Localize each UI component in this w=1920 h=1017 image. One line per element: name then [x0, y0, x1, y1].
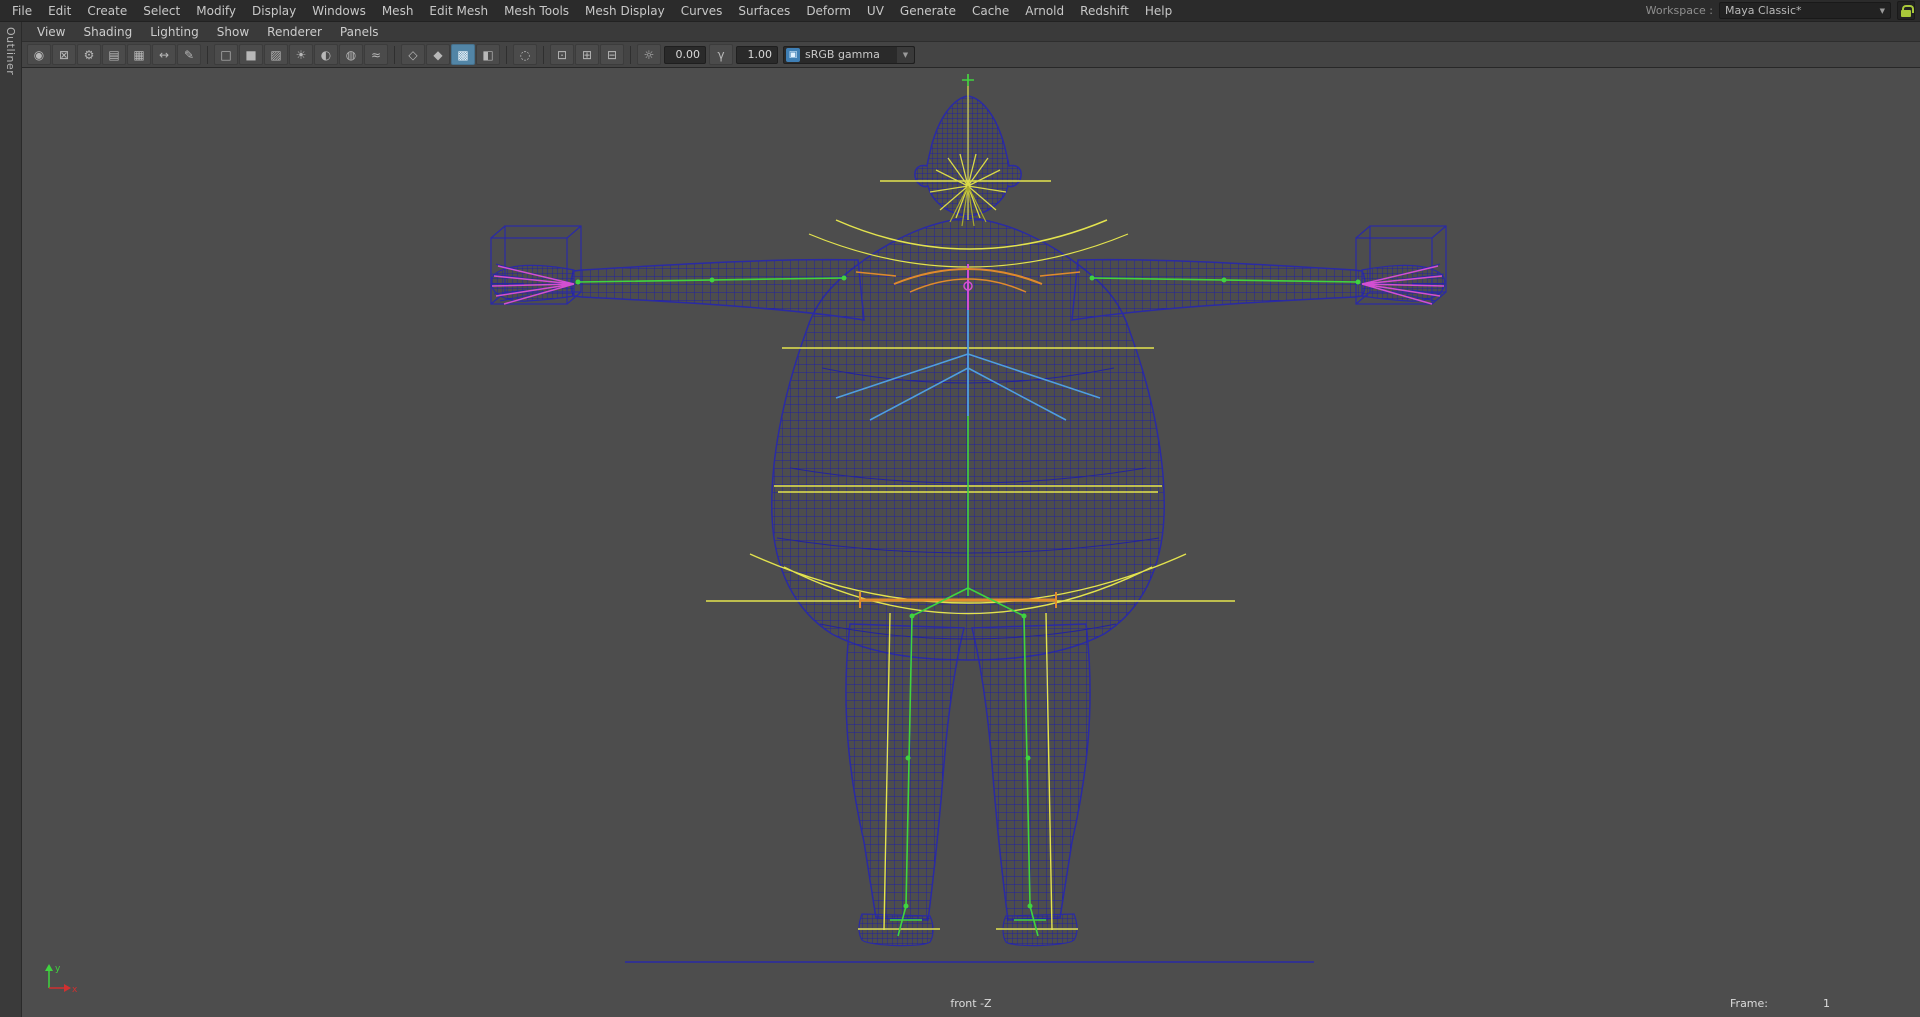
toolbar-separator — [630, 45, 631, 64]
menu-edit-mesh[interactable]: Edit Mesh — [421, 0, 496, 22]
shadows-icon[interactable]: ◐ — [314, 44, 338, 65]
menu-edit[interactable]: Edit — [40, 0, 79, 22]
image-plane-icon[interactable]: ▦ — [127, 44, 151, 65]
menu-select[interactable]: Select — [135, 0, 188, 22]
default-material-icon[interactable]: ◧ — [476, 44, 500, 65]
lock-camera-icon[interactable]: ⊠ — [52, 44, 76, 65]
select-camera-icon[interactable]: ◉ — [27, 44, 51, 65]
menu-cache[interactable]: Cache — [964, 0, 1017, 22]
outliner-panel-label: Outliner — [4, 27, 17, 76]
lock-icon — [1901, 4, 1914, 17]
gamma-field[interactable]: 1.00 — [736, 45, 778, 64]
menu-file[interactable]: File — [4, 0, 40, 22]
menu-mesh-tools[interactable]: Mesh Tools — [496, 0, 577, 22]
menu-help[interactable]: Help — [1137, 0, 1180, 22]
exposure-icon[interactable]: ☼ — [637, 44, 661, 65]
menu-mesh-display[interactable]: Mesh Display — [577, 0, 673, 22]
menu-surfaces[interactable]: Surfaces — [730, 0, 798, 22]
camera-attributes-icon[interactable]: ⚙ — [77, 44, 101, 65]
xray-icon[interactable]: ◇ — [401, 44, 425, 65]
bookmarks-icon[interactable]: ▤ — [102, 44, 126, 65]
main-menubar: File Edit Create Select Modify Display W… — [0, 0, 1920, 22]
2d-pan-zoom-icon[interactable]: ↔ — [152, 44, 176, 65]
panel-menu-view[interactable]: View — [28, 22, 74, 42]
gamma-icon[interactable]: γ — [709, 44, 733, 65]
xray-joints-icon[interactable]: ◆ — [426, 44, 450, 65]
chevron-down-icon: ▼ — [1879, 6, 1885, 15]
outliner-panel-strip[interactable]: Outliner — [0, 22, 22, 1017]
view-transform-select[interactable]: ▣ sRGB gamma ▼ — [783, 45, 915, 64]
motion-blur-icon[interactable]: ≈ — [364, 44, 388, 65]
menu-modify[interactable]: Modify — [188, 0, 244, 22]
grease-pencil-icon[interactable]: ✎ — [177, 44, 201, 65]
safe-action-icon[interactable]: ⊟ — [600, 44, 624, 65]
svg-text:x: x — [72, 985, 78, 995]
maya-window: File Edit Create Select Modify Display W… — [0, 0, 1920, 1017]
panel-menu-lighting[interactable]: Lighting — [141, 22, 208, 42]
panel-menu-shading[interactable]: Shading — [74, 22, 141, 42]
panel-menubar: View Shading Lighting Show Renderer Pane… — [22, 22, 1920, 42]
wireframe-mode-icon[interactable]: □ — [214, 44, 238, 65]
textured-mode-icon[interactable]: ▨ — [264, 44, 288, 65]
menu-create[interactable]: Create — [79, 0, 135, 22]
panel-toolbar: ◉ ⊠ ⚙ ▤ ▦ ↔ ✎ □ ■ ▨ ☀ ◐ ◍ ≈ ◇ ◆ ▩ ◧ ◌ ⊡ … — [22, 42, 1920, 68]
svg-text:y: y — [55, 964, 61, 974]
menu-windows[interactable]: Windows — [304, 0, 374, 22]
panel-menu-panels[interactable]: Panels — [331, 22, 388, 42]
main-content: Outliner View Shading Lighting Show Rend… — [0, 22, 1920, 1017]
menu-generate[interactable]: Generate — [892, 0, 964, 22]
viewport-panel: View Shading Lighting Show Renderer Pane… — [22, 22, 1920, 1017]
wireframe-on-shaded-icon[interactable]: ▩ — [451, 44, 475, 65]
menu-mesh[interactable]: Mesh — [374, 0, 422, 22]
view-transform-value: sRGB gamma — [805, 48, 880, 61]
frame-hud-label: Frame: — [1730, 997, 1768, 1010]
toolbar-separator — [506, 45, 507, 64]
viewport[interactable]: y x front -Z Frame: 1 — [22, 68, 1920, 1017]
gate-mask-icon[interactable]: ⊡ — [550, 44, 574, 65]
workspace-label: Workspace : — [1645, 4, 1713, 17]
workspace-select[interactable]: Maya Classic* ▼ — [1719, 2, 1891, 19]
workspace-area: Workspace : Maya Classic* ▼ — [1646, 1, 1920, 20]
menu-deform[interactable]: Deform — [798, 0, 859, 22]
camera-hud-label: front -Z — [950, 997, 992, 1010]
menu-display[interactable]: Display — [244, 0, 304, 22]
isolate-select-icon[interactable]: ◌ — [513, 44, 537, 65]
toolbar-separator — [543, 45, 544, 64]
panel-menu-renderer[interactable]: Renderer — [258, 22, 331, 42]
view-axis-indicator: y x — [45, 964, 78, 995]
menu-curves[interactable]: Curves — [673, 0, 731, 22]
menu-uv[interactable]: UV — [859, 0, 892, 22]
frame-hud-value: 1 — [1823, 997, 1830, 1010]
smooth-shade-mode-icon[interactable]: ■ — [239, 44, 263, 65]
toolbar-separator — [207, 45, 208, 64]
color-management-icon: ▣ — [786, 47, 800, 62]
workspace-value: Maya Classic* — [1725, 4, 1802, 17]
exposure-field[interactable]: 0.00 — [664, 45, 706, 64]
chevron-down-icon: ▼ — [897, 46, 914, 63]
use-all-lights-icon[interactable]: ☀ — [289, 44, 313, 65]
panel-menu-show[interactable]: Show — [208, 22, 258, 42]
menu-redshift[interactable]: Redshift — [1072, 0, 1137, 22]
toolbar-separator — [394, 45, 395, 64]
menu-arnold[interactable]: Arnold — [1017, 0, 1072, 22]
screen-space-ao-icon[interactable]: ◍ — [339, 44, 363, 65]
field-chart-icon[interactable]: ⊞ — [575, 44, 599, 65]
workspace-lock-button[interactable] — [1897, 1, 1915, 20]
viewport-canvas[interactable]: y x — [22, 68, 1920, 1017]
